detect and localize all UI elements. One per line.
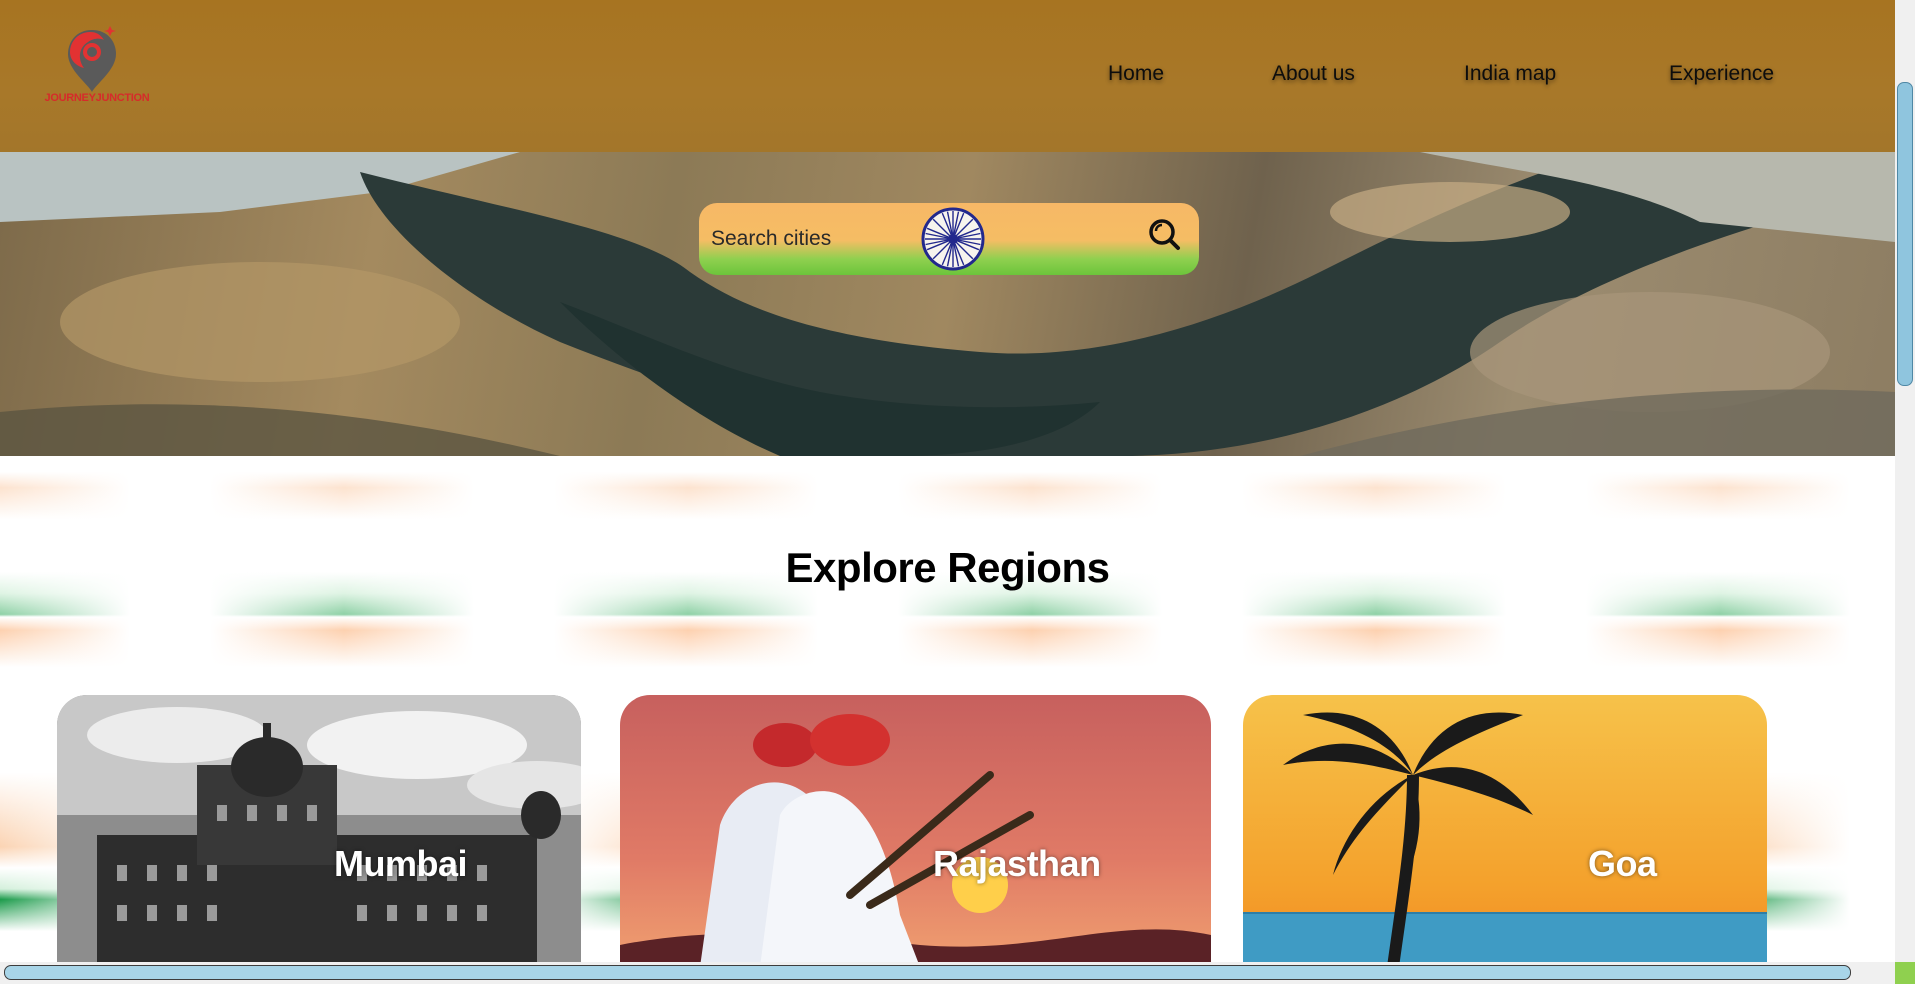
section-title: Explore Regions xyxy=(785,544,1110,591)
goa-image xyxy=(1243,695,1767,967)
nav-home[interactable]: Home xyxy=(1108,62,1164,86)
search-input[interactable] xyxy=(709,221,913,257)
region-card-goa[interactable]: Goa xyxy=(1243,695,1767,967)
brand-name: JOURNEYJUNCTION xyxy=(44,92,150,104)
logo[interactable]: JOURNEYJUNCTION xyxy=(32,20,162,115)
region-card-mumbai[interactable]: Mumbai xyxy=(57,695,581,967)
rajasthan-image xyxy=(620,695,1211,967)
mumbai-image xyxy=(57,695,581,967)
nav-about-us[interactable]: About us xyxy=(1272,62,1355,86)
region-card-rajasthan[interactable]: Rajasthan xyxy=(620,695,1211,967)
scroll-corner xyxy=(1895,962,1915,984)
landscape-image xyxy=(0,152,1895,456)
horizontal-scroll-thumb[interactable] xyxy=(4,965,1851,980)
ashoka-chakra-icon xyxy=(921,207,985,271)
region-label: Mumbai xyxy=(334,843,468,884)
nav-india-map[interactable]: India map xyxy=(1464,62,1556,86)
search-bar xyxy=(699,203,1199,275)
region-label: Rajasthan xyxy=(933,843,1101,884)
vertical-scroll-thumb[interactable] xyxy=(1897,82,1913,386)
nav-experience[interactable]: Experience xyxy=(1669,62,1774,86)
search-icon[interactable] xyxy=(1147,217,1181,251)
region-label: Goa xyxy=(1588,843,1657,884)
hero-banner xyxy=(0,152,1895,456)
map-pin-icon xyxy=(68,26,116,92)
site-header: JOURNEYJUNCTION Home About us India map … xyxy=(0,0,1895,152)
